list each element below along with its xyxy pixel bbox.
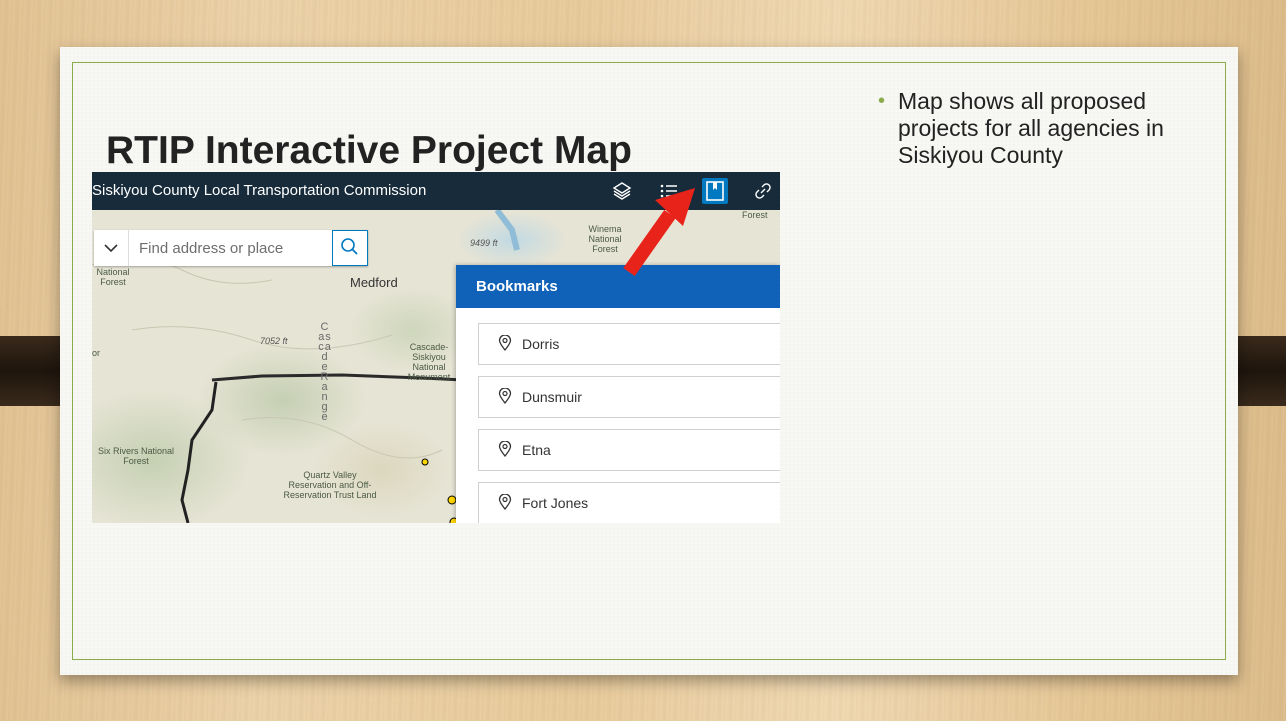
bookmark-label: Fort Jones: [522, 495, 589, 511]
slide: RTIP Interactive Project Map • Map shows…: [60, 47, 1238, 675]
map-pin-icon: [498, 335, 512, 351]
app-title: Siskiyou County Local Transportation Com…: [92, 182, 427, 199]
map-label: Cascade-Siskiyou National Monument: [407, 342, 451, 382]
red-arrow-annotation: [623, 188, 695, 276]
search-widget: [94, 230, 368, 266]
search-input[interactable]: [129, 230, 327, 266]
map-label: Cascade Range: [318, 321, 332, 423]
map-label: Medford: [350, 275, 398, 290]
share-link-icon[interactable]: [752, 180, 774, 202]
chevron-down-icon: [104, 244, 118, 253]
bookmark-item-fort-jones[interactable]: Fort Jones: [478, 482, 780, 523]
project-marker[interactable]: [421, 458, 429, 466]
map-label: National Forest: [96, 267, 130, 287]
search-button[interactable]: [332, 230, 368, 266]
project-marker[interactable]: [447, 495, 457, 505]
bookmark-label: Dorris: [522, 336, 560, 352]
map-pin-icon: [498, 441, 512, 457]
map-label: 7052 ft: [260, 336, 288, 346]
bookmark-label: Etna: [522, 442, 551, 458]
bookmark-item-dunsmuir[interactable]: Dunsmuir: [478, 376, 780, 418]
bullet-dot: •: [878, 90, 886, 112]
bookmark-item-dorris[interactable]: Dorris: [478, 323, 780, 365]
bullet-text: Map shows all proposed projects for all …: [898, 88, 1164, 168]
map-label: Six Rivers National Forest: [97, 446, 175, 466]
bookmarks-panel: Bookmarks Dorris Dunsmuir Etna Fort Jone…: [456, 265, 780, 523]
map-label: Forest: [742, 210, 768, 220]
bookmark-item-etna[interactable]: Etna: [478, 429, 780, 471]
county-boundary: [180, 381, 218, 523]
search-icon: [341, 238, 358, 255]
contour-line: [241, 417, 443, 459]
map-pin-icon: [498, 388, 512, 404]
bullet-point: • Map shows all proposed projects for al…: [878, 88, 1198, 169]
map-label: Quartz Valley Reservation and Off-Reserv…: [283, 470, 377, 500]
map-pin-icon: [498, 494, 512, 510]
map-label: or: [92, 348, 101, 358]
slide-title: RTIP Interactive Project Map: [106, 129, 632, 172]
map-label: 9499 ft: [470, 238, 498, 248]
lake-shape: [494, 210, 520, 251]
bookmark-label: Dunsmuir: [522, 389, 582, 405]
bookmarks-icon[interactable]: [702, 178, 728, 204]
search-source-toggle[interactable]: [94, 230, 129, 266]
